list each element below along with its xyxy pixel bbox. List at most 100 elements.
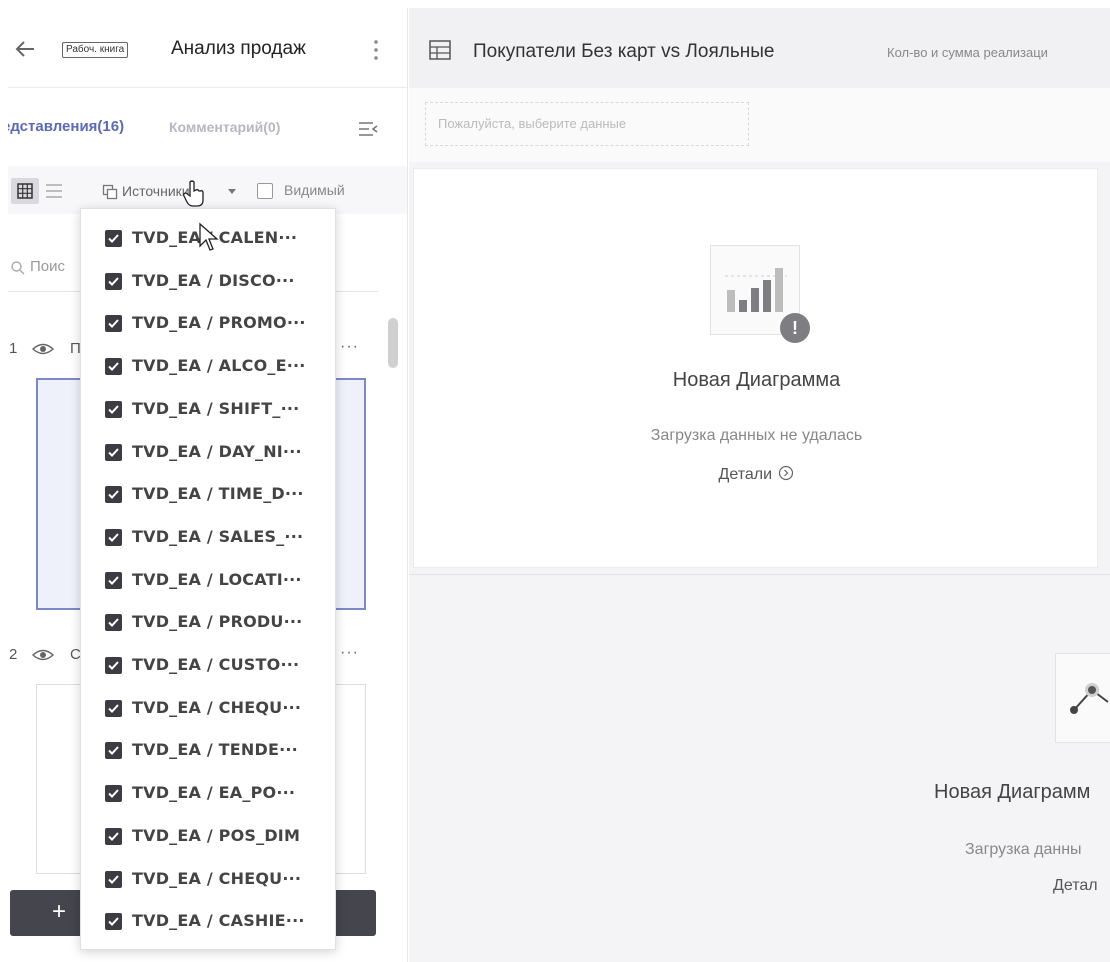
source-option-label: TVD_EA / DISCO···: [132, 270, 295, 290]
source-option[interactable]: TVD_EA / DAY_NI···: [81, 433, 337, 471]
grid-icon: [17, 183, 33, 199]
source-option[interactable]: TVD_EA / TENDE···: [81, 731, 337, 769]
more-menu-icon[interactable]: [373, 38, 379, 62]
sheet-header: Покупатели Без карт vs Лояльные Кол-во и…: [409, 8, 1110, 88]
sources-dropdown-button[interactable]: Источники: [100, 180, 250, 204]
source-option[interactable]: TVD_EA / CHEQU···: [81, 860, 337, 898]
details-link[interactable]: Детал: [1053, 877, 1098, 895]
plus-icon: +: [52, 898, 67, 925]
caret-down-icon: [228, 189, 236, 194]
source-option-label: TVD_EA / CHEQU···: [132, 697, 302, 717]
scrollbar[interactable]: [388, 318, 398, 368]
sheet-subtitle: Кол-во и сумма реализаци: [887, 45, 1048, 60]
checkbox-checked-icon[interactable]: [105, 230, 122, 247]
source-option-label: TVD_EA / ALCO_E···: [132, 356, 306, 376]
visible-label: Видимый: [284, 182, 345, 198]
checkbox-checked-icon[interactable]: [105, 657, 122, 674]
checkbox-checked-icon[interactable]: [105, 443, 122, 461]
visible-checkbox[interactable]: [257, 183, 273, 199]
source-option-label: TVD_EA / TIME_D···: [132, 484, 304, 504]
source-option[interactable]: TVD_EA / SALES_···: [81, 518, 337, 556]
chart-title: Новая Диаграмма: [672, 369, 841, 391]
view-number: 1: [9, 340, 18, 357]
workbook-header: Рабоч. книга Анализ продаж: [8, 8, 407, 88]
checkbox-checked-icon[interactable]: [105, 699, 122, 717]
checkbox-checked-icon[interactable]: [105, 913, 122, 931]
source-option-label: TVD_EA / SALES_···: [132, 526, 304, 546]
source-option-label: TVD_EA / EA_PO···: [132, 783, 296, 803]
checkbox-checked-icon[interactable]: [105, 272, 122, 290]
checkbox-checked-icon[interactable]: [105, 528, 122, 546]
back-arrow-icon[interactable]: [14, 38, 36, 60]
source-option[interactable]: TVD_EA / EA_PO···: [81, 774, 337, 812]
checkbox-checked-icon[interactable]: [105, 358, 122, 376]
line-chart-icon: [1055, 653, 1110, 743]
source-option-label: TVD_EA / PROMO···: [132, 313, 306, 333]
workbook-title: Анализ продаж: [171, 38, 306, 59]
search-icon: [11, 261, 25, 275]
chart-title: Новая Диаграмм: [934, 781, 1091, 803]
sheet-title: Покупатели Без карт vs Лояльные: [473, 41, 775, 62]
warning-icon: !: [780, 313, 810, 343]
views-toolbar: Источники Видимый: [8, 166, 407, 214]
checkbox-checked-icon[interactable]: [105, 827, 122, 845]
view-more-icon[interactable]: ···: [340, 338, 359, 356]
source-option-label: TVD_EA / PRODU···: [132, 612, 303, 632]
search-placeholder: Поис: [30, 258, 66, 275]
view-number: 2: [9, 646, 18, 663]
list-view-button[interactable]: [40, 178, 68, 204]
source-option[interactable]: TVD_EA / TIME_D···: [81, 475, 337, 513]
source-option[interactable]: TVD_EA / CUSTO···: [81, 646, 337, 684]
chart-error-message: Загрузка данных не удалась: [650, 427, 863, 444]
chart-error-message: Загрузка данны: [965, 841, 1082, 858]
view-more-icon[interactable]: ···: [340, 644, 359, 662]
source-option-label: TVD_EA / SHIFT_···: [132, 398, 300, 418]
checkbox-checked-icon[interactable]: [105, 742, 122, 760]
hand-cursor-icon: [183, 180, 204, 207]
tab-views[interactable]: едставления(16): [8, 118, 124, 135]
chevron-right-circle-icon: [779, 465, 794, 481]
source-option[interactable]: TVD_EA / CASHIE···: [81, 902, 337, 940]
source-option[interactable]: TVD_EA / PROMO···: [81, 304, 337, 342]
source-option-label: TVD_EA / CASHIE···: [132, 911, 305, 931]
checkbox-checked-icon[interactable]: [105, 400, 122, 418]
source-option[interactable]: TVD_EA / ALCO_E···: [81, 347, 337, 385]
details-link[interactable]: Детали: [414, 465, 1099, 484]
source-option[interactable]: TVD_EA / CHEQU···: [81, 689, 337, 727]
chart-card-2[interactable]: Новая Диаграмм Загрузка данны Детал: [409, 574, 1110, 962]
checkbox-checked-icon[interactable]: [105, 486, 122, 504]
source-option-label: TVD_EA / DAY_NI···: [132, 441, 302, 461]
dashboard-icon: [429, 40, 451, 60]
checkbox-checked-icon[interactable]: [105, 785, 122, 803]
arrow-cursor-icon: [199, 222, 219, 251]
source-option[interactable]: TVD_EA / LOCATI···: [81, 561, 337, 599]
source-option-label: TVD_EA / LOCATI···: [132, 569, 302, 589]
checkbox-checked-icon[interactable]: [105, 315, 122, 333]
list-icon: [46, 184, 62, 198]
source-option-label: TVD_EA / CHEQU···: [132, 868, 302, 888]
checkbox-checked-icon[interactable]: [105, 571, 122, 589]
dashboard-area: Покупатели Без карт vs Лояльные Кол-во и…: [409, 8, 1110, 962]
eye-icon[interactable]: [32, 340, 54, 358]
source-option[interactable]: TVD_EA / SHIFT_···: [81, 390, 337, 428]
eye-icon[interactable]: [32, 646, 54, 664]
sources-label: Источники: [122, 183, 190, 199]
tab-comments[interactable]: Комментарий(0): [169, 119, 280, 135]
source-option[interactable]: TVD_EA / PRODU···: [81, 603, 337, 641]
workbook-badge: Рабоч. книга: [62, 42, 129, 58]
filter-bar: Пожалуйста, выберите данные: [409, 88, 1110, 162]
data-filter-dropzone[interactable]: Пожалуйста, выберите данные: [425, 102, 749, 146]
filter-placeholder: Пожалуйста, выберите данные: [438, 116, 627, 131]
source-option[interactable]: TVD_EA / DISCO···: [81, 262, 337, 300]
chart-card-1[interactable]: ! Новая Диаграмма Загрузка данных не уда…: [413, 168, 1098, 568]
source-option-label: TVD_EA / CUSTO···: [132, 655, 300, 674]
source-option-label: TVD_EA / POS_DIM: [132, 825, 301, 845]
source-option-label: TVD_EA / TENDE···: [132, 740, 298, 760]
grid-view-button[interactable]: [11, 178, 39, 204]
source-option[interactable]: TVD_EA / POS_DIM: [81, 817, 337, 855]
checkbox-checked-icon[interactable]: [105, 870, 122, 888]
panel-tabs: едставления(16) Комментарий(0): [8, 88, 407, 166]
sources-dropdown-menu: TVD_EA / CALEN···TVD_EA / DISCO···TVD_EA…: [80, 208, 336, 950]
checkbox-checked-icon[interactable]: [105, 614, 122, 632]
collapse-panel-icon[interactable]: [358, 120, 378, 138]
